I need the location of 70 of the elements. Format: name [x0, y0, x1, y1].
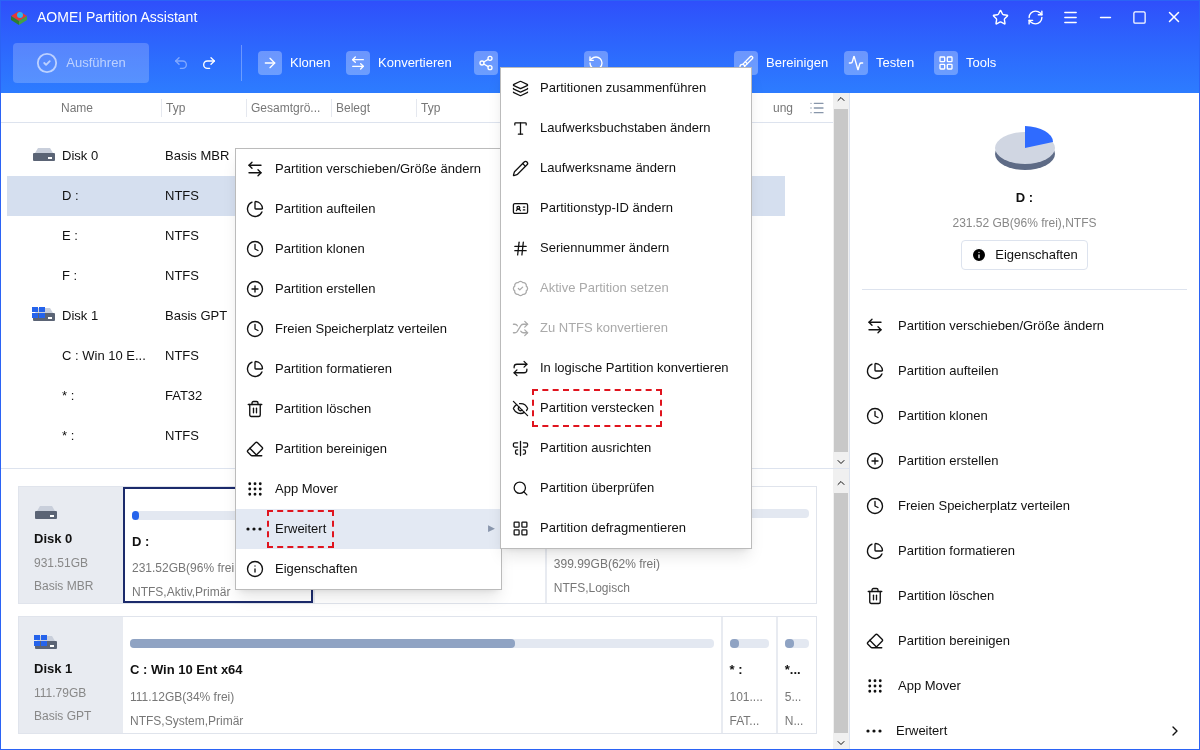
window-title: AOMEI Partition Assistant — [37, 7, 198, 27]
menu-label: Partitionen zusammenführen — [539, 79, 708, 98]
table-cell-text: NTFS — [165, 267, 199, 286]
table-cell-text: Disk 0 — [62, 147, 100, 166]
submenu-arrow: ▶ — [488, 522, 495, 536]
menu-label: Partition ausrichten — [539, 439, 653, 458]
table-cell-text: NTFS — [165, 347, 199, 366]
menu-label: Laufwerksbuchstaben ändern — [539, 119, 712, 138]
table-cell-text: D : — [62, 187, 80, 206]
table-cell-text: F : — [62, 267, 79, 286]
operation-label: Freien Speicherplatz verteilen — [898, 497, 1071, 516]
disk-size: 931.51GB — [34, 554, 90, 572]
partition-size: 111.12GB(34% frei) — [130, 688, 235, 706]
table-cell-text: Basis GPT — [165, 307, 228, 326]
operation-label: Partition bereinigen — [898, 632, 1012, 651]
partition-fs: FAT... — [729, 712, 760, 730]
table-cell-text: FAT32 — [165, 387, 203, 406]
menu-label: Partition löschen — [274, 400, 373, 419]
menu-label: Laufwerksname ändern — [539, 159, 677, 178]
partition-name: D : — [1015, 189, 1034, 207]
menu-label: Aktive Partition setzen — [539, 279, 670, 298]
menu-label: Erweitert — [267, 510, 335, 548]
partition-size: 101.... — [729, 688, 763, 706]
menu-label: Seriennummer ändern — [539, 239, 671, 258]
table-cell-text: Disk 1 — [62, 307, 100, 326]
menu-label: Partition erstellen — [274, 280, 377, 299]
menu-label: Partitionstyp-ID ändern — [539, 199, 674, 218]
disk-size: 111.79GB — [34, 684, 88, 702]
menu-label: Partition bereinigen — [274, 440, 389, 459]
table-cell-text: Basis MBR — [165, 147, 230, 166]
operation-label: Partition klonen — [898, 407, 989, 426]
partition-fs: NTFS,Aktiv,Primär — [132, 584, 231, 601]
partition-label: * : — [729, 661, 744, 679]
partition-size: 5... — [784, 688, 802, 706]
menu-label: Freien Speicherplatz verteilen — [274, 320, 448, 339]
operation-label: App Mover — [898, 677, 962, 696]
operation-label: Partition erstellen — [898, 452, 1000, 471]
menu-label: Partition aufteilen — [274, 200, 377, 219]
menu-label: Partition formatieren — [274, 360, 394, 379]
partition-label: *... — [784, 661, 802, 679]
operation-label: Partition löschen — [898, 587, 996, 606]
menu-label: Partition defragmentieren — [539, 519, 687, 538]
table-cell-text: NTFS — [165, 427, 199, 446]
partition-size: 231.52GB(96% frei — [132, 560, 235, 577]
partition-fs: N... — [784, 712, 804, 730]
disk-name: Disk 1 — [34, 660, 74, 678]
partition-fs: NTFS,Logisch — [553, 580, 630, 597]
table-cell-text: NTFS — [165, 187, 199, 206]
operation-label: Partition aufteilen — [898, 362, 1000, 381]
table-cell-text: * : — [62, 387, 76, 406]
partition-label: C : Win 10 Ent x64 — [130, 661, 244, 679]
table-cell-text: NTFS — [165, 227, 199, 246]
operation-label: Partition formatieren — [898, 542, 1017, 561]
menu-label: Zu NTFS konvertieren — [539, 319, 669, 338]
table-cell-text: * : — [62, 427, 76, 446]
menu-label: Partition verschieben/Größe ändern — [274, 160, 482, 179]
partition-size: 399.99GB(62% frei) — [553, 556, 660, 573]
disk-style: Basis GPT — [34, 707, 93, 725]
menu-label: Partition klonen — [274, 240, 366, 259]
table-cell-text: E : — [62, 227, 79, 246]
partition-fs: NTFS,System,Primär — [130, 712, 244, 730]
table-cell-text: C : Win 10 E... — [62, 347, 147, 366]
partition-label: D : — [132, 532, 151, 551]
disk-name: Disk 0 — [34, 530, 74, 548]
operation-label: Erweitert — [896, 722, 949, 741]
disk-style: Basis MBR — [34, 577, 95, 595]
menu-label: Partition verstecken — [532, 389, 663, 427]
operation-label: Partition verschieben/Größe ändern — [898, 317, 1105, 336]
partition-info: 231.52 GB(96% frei),NTFS — [952, 214, 1097, 232]
menu-label: In logische Partition konvertieren — [539, 359, 730, 378]
